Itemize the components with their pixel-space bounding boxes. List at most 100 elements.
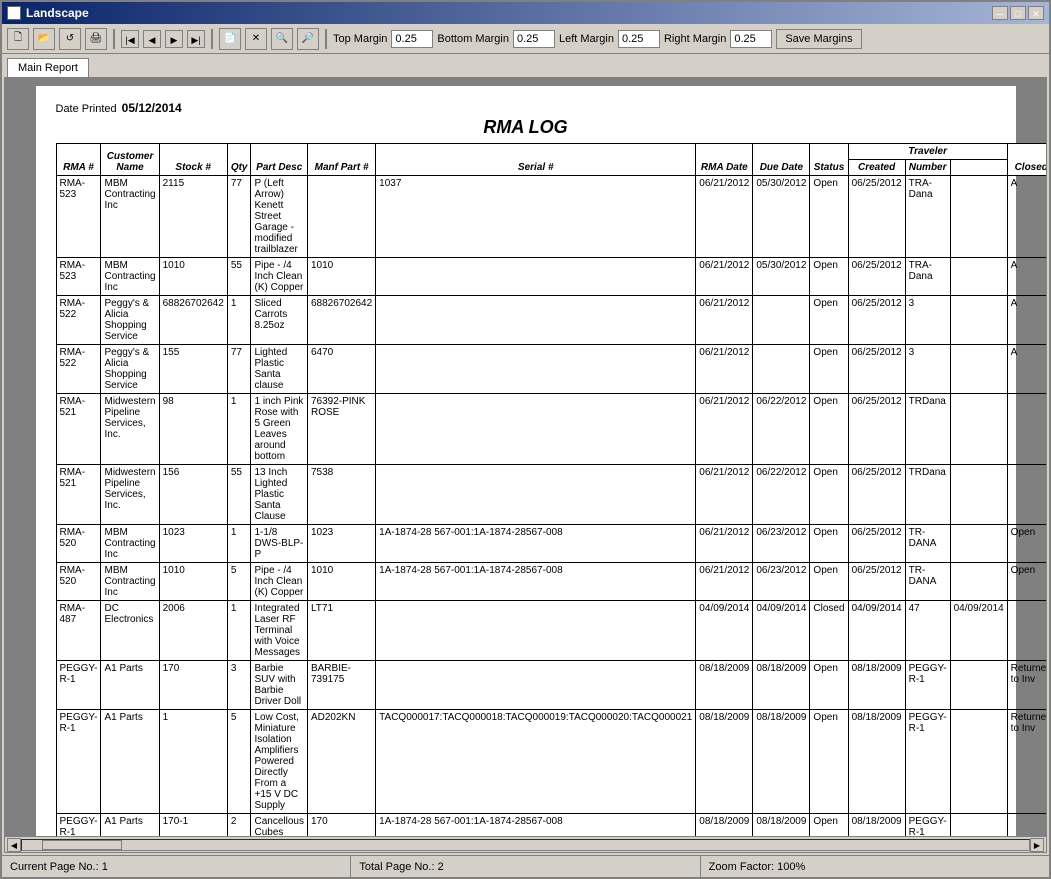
col-created: Created: [848, 160, 905, 176]
table-cell: P (Left Arrow) Kenett Street Garage - mo…: [251, 176, 307, 258]
table-cell: 170-1: [159, 814, 227, 837]
table-cell: 06/21/2012: [696, 525, 753, 563]
col-customer: Customer Name: [101, 144, 159, 176]
table-cell: 06/21/2012: [696, 296, 753, 345]
title-bar: 🖼 Landscape ─ □ ✕: [2, 2, 1049, 24]
table-cell: 06/22/2012: [753, 465, 810, 525]
table-row: RMA-522Peggy's & Alicia Shopping Service…: [56, 345, 1046, 394]
table-cell: LT71: [307, 601, 375, 661]
col-traveler-group: Traveler: [848, 144, 1007, 160]
table-cell: [376, 345, 696, 394]
table-cell: A1 Parts: [101, 814, 159, 837]
table-cell: 08/18/2009: [753, 661, 810, 710]
table-cell: 08/18/2009: [848, 814, 905, 837]
table-cell: [376, 394, 696, 465]
table-cell: 06/25/2012: [848, 525, 905, 563]
table-cell: Open: [1007, 525, 1046, 563]
minimize-button[interactable]: ─: [992, 6, 1008, 20]
next-page-button[interactable]: ▶: [165, 30, 183, 48]
table-cell: RMA-521: [56, 465, 101, 525]
scroll-left-button[interactable]: ◀: [7, 838, 21, 852]
table-cell: Open: [810, 563, 848, 601]
table-cell: 06/23/2012: [753, 563, 810, 601]
main-report-tab[interactable]: Main Report: [7, 58, 89, 77]
report-scroll[interactable]: Date Printed 05/12/2014 RMA LOG RMA # Cu…: [5, 78, 1046, 836]
table-cell: PEGGY-R-1: [905, 710, 950, 814]
table-cell: 05/30/2012: [753, 258, 810, 296]
table-cell: RMA-520: [56, 525, 101, 563]
table-cell: PEGGY-R-1: [56, 814, 101, 837]
table-cell: Lighted Plastic Santa clause: [251, 345, 307, 394]
table-row: RMA-521Midwestern Pipeline Services, Inc…: [56, 394, 1046, 465]
maximize-button[interactable]: □: [1010, 6, 1026, 20]
table-cell: 06/25/2012: [848, 465, 905, 525]
print-button[interactable]: 🖨: [85, 28, 107, 50]
table-cell: Closed: [810, 601, 848, 661]
table-cell: 55: [227, 258, 251, 296]
table-cell: [1007, 394, 1046, 465]
table-cell: 06/21/2012: [696, 563, 753, 601]
top-margin-label: Top Margin: [333, 33, 387, 45]
table-cell: 3: [905, 345, 950, 394]
export-button[interactable]: 📄: [219, 28, 241, 50]
table-cell: 76392-PINK ROSE: [307, 394, 375, 465]
report-page: Date Printed 05/12/2014 RMA LOG RMA # Cu…: [36, 86, 1016, 836]
table-cell: 155: [159, 345, 227, 394]
col-manf-part: Manf Part #: [307, 144, 375, 176]
table-cell: Open: [810, 296, 848, 345]
table-cell: 06/25/2012: [848, 394, 905, 465]
table-cell: [950, 345, 1007, 394]
refresh-button[interactable]: ↺: [59, 28, 81, 50]
stop-button[interactable]: ✕: [245, 28, 267, 50]
col-closed: Closed: [1007, 144, 1046, 176]
open-button[interactable]: 📂: [33, 28, 55, 50]
col-due-date: Due Date: [753, 144, 810, 176]
scroll-right-button[interactable]: ▶: [1030, 838, 1044, 852]
zoom-button[interactable]: 🔎: [297, 28, 319, 50]
table-cell: 68826702642: [159, 296, 227, 345]
new-button[interactable]: 🗋: [7, 28, 29, 50]
horizontal-scrollbar[interactable]: ◀ ▶: [5, 836, 1046, 852]
left-margin-label: Left Margin: [559, 33, 614, 45]
close-button[interactable]: ✕: [1028, 6, 1044, 20]
table-cell: Open: [810, 525, 848, 563]
table-cell: 1: [227, 394, 251, 465]
table-cell: Sliced Carrots 8.25oz: [251, 296, 307, 345]
table-cell: Returned to Inv: [1007, 710, 1046, 814]
table-cell: 6470: [307, 345, 375, 394]
table-cell: 06/21/2012: [696, 176, 753, 258]
col-number: Number: [905, 160, 950, 176]
right-margin-input[interactable]: [730, 30, 772, 48]
table-cell: [1007, 601, 1046, 661]
table-cell: Midwestern Pipeline Services, Inc.: [101, 465, 159, 525]
separator-1: [113, 29, 115, 49]
search-button[interactable]: 🔍: [271, 28, 293, 50]
table-cell: 1A-1874-28 567-001:1A-1874-28567-008: [376, 525, 696, 563]
table-cell: [753, 345, 810, 394]
table-cell: RMA-520: [56, 563, 101, 601]
current-page: Current Page No.: 1: [2, 856, 351, 877]
date-printed-label: Date Printed: [56, 103, 117, 115]
table-cell: 06/21/2012: [696, 258, 753, 296]
left-margin-input[interactable]: [618, 30, 660, 48]
table-cell: RMA-522: [56, 345, 101, 394]
table-row: RMA-523MBM Contracting Inc211577P (Left …: [56, 176, 1046, 258]
top-margin-input[interactable]: [391, 30, 433, 48]
last-page-button[interactable]: ▶|: [187, 30, 205, 48]
table-row: PEGGY-R-1A1 Parts1703Barbie SUV with Bar…: [56, 661, 1046, 710]
save-margins-button[interactable]: Save Margins: [776, 29, 861, 49]
table-cell: A: [1007, 258, 1046, 296]
table-cell: Barbie SUV with Barbie Driver Doll: [251, 661, 307, 710]
table-cell: TRDana: [905, 394, 950, 465]
bottom-margin-label: Bottom Margin: [437, 33, 509, 45]
scroll-thumb[interactable]: [42, 840, 122, 850]
window-controls[interactable]: ─ □ ✕: [992, 6, 1044, 20]
table-cell: 1: [227, 296, 251, 345]
prev-page-button[interactable]: ◀: [143, 30, 161, 48]
table-cell: AD202KN: [307, 710, 375, 814]
toolbar: 🗋 📂 ↺ 🖨 |◀ ◀ ▶ ▶| 📄 ✕ 🔍 🔎 Top Margin Bot…: [2, 24, 1049, 54]
first-page-button[interactable]: |◀: [121, 30, 139, 48]
col-serial: Serial #: [376, 144, 696, 176]
table-cell: [950, 394, 1007, 465]
bottom-margin-input[interactable]: [513, 30, 555, 48]
